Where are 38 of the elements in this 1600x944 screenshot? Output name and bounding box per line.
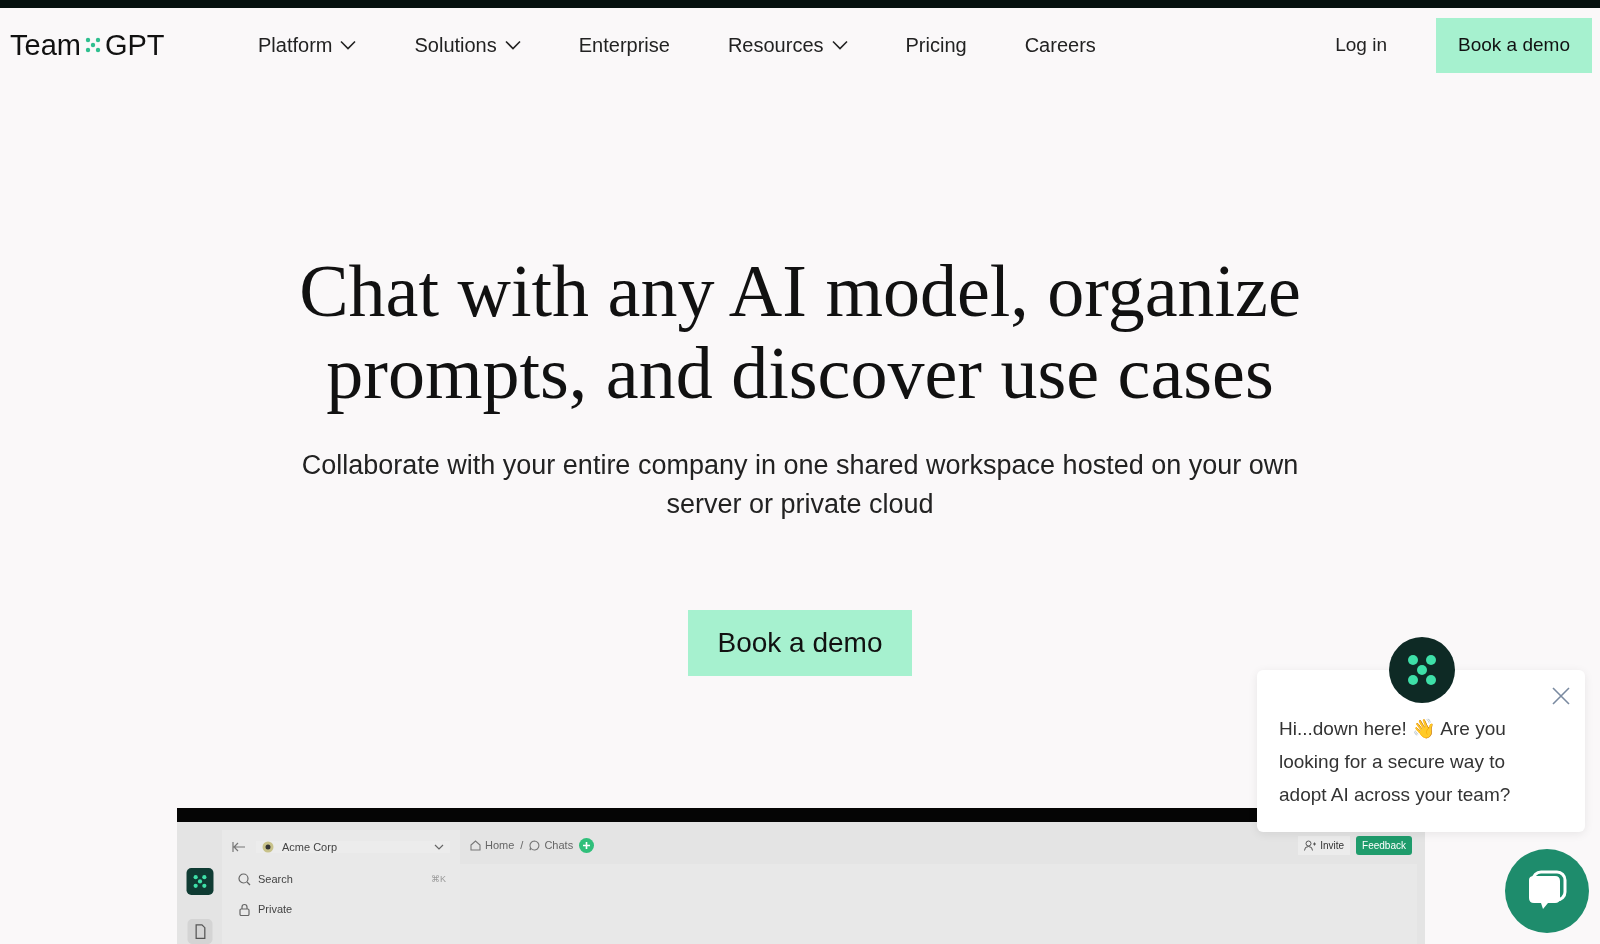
close-icon[interactable]	[1551, 686, 1571, 706]
hero-subtitle: Collaborate with your entire company in one shared workspace hosted on your own server or private cloud	[300, 449, 1300, 521]
collapse-sidebar-icon[interactable]	[232, 841, 246, 853]
add-icon[interactable]	[579, 837, 595, 853]
nav-link[interactable]: Pricing	[905, 33, 967, 57]
search-item[interactable]: Search ⌘K	[232, 864, 450, 894]
document-icon[interactable]	[186, 918, 213, 944]
nav-link[interactable]: Platform	[258, 33, 357, 57]
dots-logo-icon	[185, 868, 214, 895]
invite-button[interactable]: Invite	[1298, 835, 1351, 855]
nav-link[interactable]: Careers	[1024, 33, 1096, 57]
breadcrumb-link[interactable]: Home	[470, 839, 515, 851]
breadcrumb-link[interactable]: Chats	[529, 839, 574, 851]
chevron-down-icon	[434, 843, 444, 851]
logo-text[interactable]: GPT	[104, 28, 165, 62]
shortcut-hint: ⌘K	[431, 874, 446, 884]
chevron-down-icon	[504, 40, 521, 50]
dots-logo-icon	[84, 37, 101, 53]
speech-bubble-icon	[529, 839, 541, 851]
nav-link[interactable]: Enterprise	[578, 33, 670, 57]
workspace-avatar-icon	[262, 841, 274, 853]
logo-text[interactable]: Team	[10, 28, 81, 62]
home-icon	[470, 839, 481, 851]
book-demo-button[interactable]: Book a demo	[1436, 17, 1592, 73]
chevron-down-icon	[340, 40, 357, 50]
search-icon	[238, 872, 251, 886]
lock-icon	[238, 902, 251, 916]
sidebar-item[interactable]: Private	[232, 894, 450, 924]
breadcrumb-separator: /	[520, 839, 524, 851]
nav-link[interactable]: Resources	[727, 33, 848, 57]
nav-link[interactable]: Solutions	[414, 33, 521, 57]
add-person-icon	[1304, 839, 1317, 851]
hero-headline: Chat with any AI model, organize prompts, and discover use cases	[299, 250, 1301, 414]
chat-message: Hi...down here! 👋 Are you looking for a secure way to adopt AI across your team?	[1279, 717, 1512, 807]
login-link[interactable]: Log in	[1335, 34, 1387, 56]
bot-avatar-icon	[1389, 637, 1455, 703]
chevron-down-icon	[831, 40, 848, 50]
book-demo-button[interactable]: Book a demo	[688, 610, 912, 676]
